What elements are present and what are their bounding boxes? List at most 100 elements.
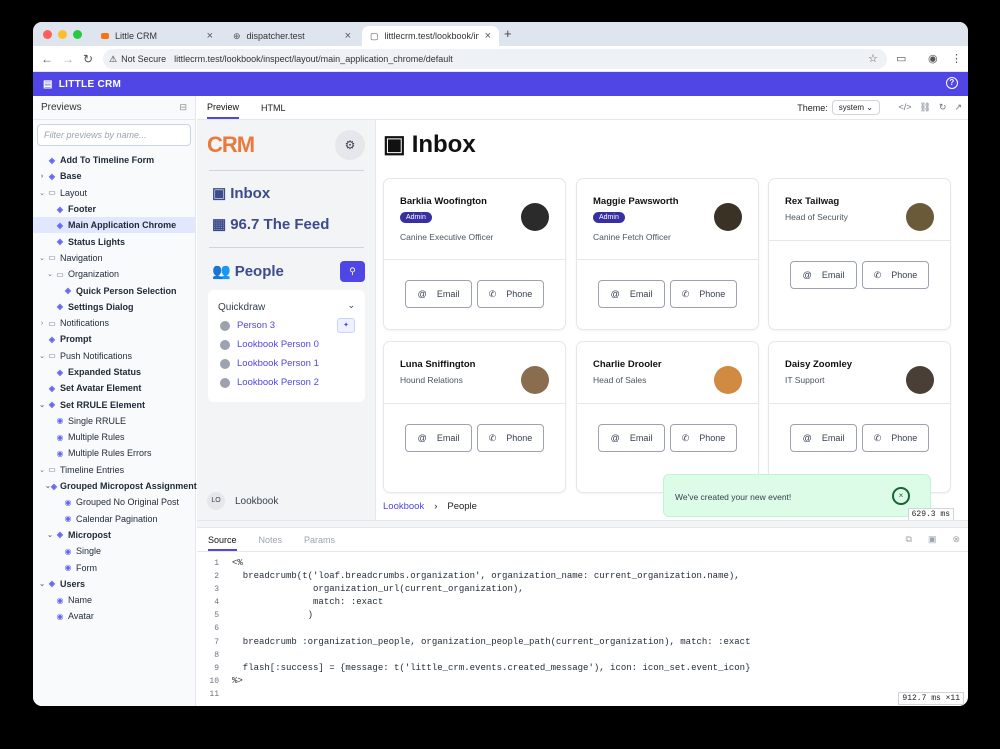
- copy-icon[interactable]: ⧉: [906, 534, 912, 545]
- sidebar-item[interactable]: ◉ Name: [33, 592, 195, 608]
- tab-preview[interactable]: Preview: [207, 96, 240, 119]
- sidebar-item[interactable]: ◈ Prompt: [33, 331, 195, 347]
- tab-notes[interactable]: Notes: [259, 535, 283, 545]
- phone-button[interactable]: ✆ Phone: [477, 424, 544, 452]
- help-icon[interactable]: ?: [946, 77, 958, 89]
- phone-button[interactable]: ✆ Phone: [670, 280, 737, 308]
- sidebar-item[interactable]: › ◈ Base: [33, 168, 195, 184]
- chevron-down-icon[interactable]: ⌄: [45, 270, 55, 278]
- browser-tab-littlecrm[interactable]: Little CRM ×: [93, 26, 221, 46]
- app-title[interactable]: LITTLE CRM: [59, 79, 121, 90]
- sidebar-item[interactable]: ◉ Multiple Rules: [33, 429, 195, 445]
- browser-tab-dispatcher[interactable]: ⊕ dispatcher.test ×: [225, 26, 359, 46]
- tab-source[interactable]: Source: [208, 529, 237, 551]
- tab-html[interactable]: HTML: [261, 103, 286, 113]
- email-button[interactable]: @ Email: [790, 424, 857, 452]
- sidebar-item[interactable]: ⌄ ▭ Navigation: [33, 250, 195, 266]
- sidebar-item[interactable]: ⌄ ▭ Push Notifications: [33, 348, 195, 364]
- sparkle-icon[interactable]: ✦: [337, 318, 355, 333]
- collapse-icon[interactable]: ⊟: [179, 102, 187, 113]
- code-icon[interactable]: </>: [898, 102, 911, 113]
- phone-button[interactable]: ✆ Phone: [862, 424, 929, 452]
- person-name[interactable]: Daisy Zoomley: [785, 359, 852, 370]
- sidebar-item[interactable]: ⌄ ▭ Organization: [33, 266, 195, 282]
- sidebar-item[interactable]: ⌄ ◈ Micropost: [33, 527, 195, 543]
- settings-gear-icon[interactable]: ⚙: [335, 130, 365, 160]
- sidebar-item[interactable]: ◈ Add To Timeline Form: [33, 152, 195, 168]
- sidebar-item[interactable]: ◉ Single: [33, 543, 195, 559]
- chevron-right-icon[interactable]: ›: [37, 173, 47, 180]
- zoom-window-button[interactable]: [73, 30, 82, 39]
- close-tab-icon[interactable]: ×: [485, 30, 491, 42]
- menu-kebab-icon[interactable]: ⋮: [951, 52, 962, 65]
- person-name[interactable]: Charlie Drooler: [593, 359, 662, 370]
- sidebar-item[interactable]: ◈ Expanded Status: [33, 364, 195, 380]
- sidebar-item[interactable]: ⌄ ▭ Layout: [33, 185, 195, 201]
- email-button[interactable]: @ Email: [598, 424, 665, 452]
- lookbook-user[interactable]: LO Lookbook: [207, 492, 278, 510]
- person-name[interactable]: Rex Tailwag: [785, 196, 839, 207]
- nav-inbox[interactable]: ▣ Inbox: [212, 184, 270, 203]
- chevron-right-icon[interactable]: ›: [37, 320, 47, 327]
- sidebar-item[interactable]: › ▭ Notifications: [33, 315, 195, 331]
- close-icon[interactable]: ×: [892, 487, 910, 505]
- sidebar-item[interactable]: ◉ Multiple Rules Errors: [33, 445, 195, 461]
- url-text[interactable]: littlecrm.test/lookbook/inspect/layout/m…: [174, 54, 453, 64]
- quickdraw-person[interactable]: Lookbook Person 2: [220, 377, 319, 388]
- sidebar-item[interactable]: ⌄ ◈ Grouped Micropost Assignment: [33, 478, 197, 494]
- person-name[interactable]: Luna Sniffington: [400, 359, 475, 370]
- quickdraw-person[interactable]: Lookbook Person 0: [220, 339, 319, 350]
- sidebar-item[interactable]: ◉ Single RRULE: [33, 413, 195, 429]
- sidebar-item[interactable]: ⌄ ▭ Timeline Entries: [33, 462, 195, 478]
- nav-people[interactable]: 👥 People: [212, 262, 284, 281]
- chevron-down-icon[interactable]: ⌄: [37, 401, 47, 409]
- sidebar-item[interactable]: ◈ Quick Person Selection: [33, 282, 195, 298]
- cast-icon[interactable]: ▭: [896, 52, 906, 65]
- sidebar-item[interactable]: ⌄ ◈ Set RRULE Element: [33, 396, 195, 412]
- phone-button[interactable]: ✆ Phone: [670, 424, 737, 452]
- sidebar-item[interactable]: ◈ Main Application Chrome: [33, 217, 195, 234]
- chevron-down-icon[interactable]: ⌄: [37, 580, 47, 588]
- preview-filter-input[interactable]: Filter previews by name...: [37, 124, 191, 146]
- minimize-window-button[interactable]: [58, 30, 67, 39]
- email-button[interactable]: @ Email: [598, 280, 665, 308]
- close-panel-icon[interactable]: ⊗: [952, 534, 960, 545]
- sidebar-item[interactable]: ◈ Status Lights: [33, 233, 195, 249]
- bookmark-star-icon[interactable]: ☆: [868, 52, 878, 65]
- layout-icon[interactable]: ▣: [928, 534, 937, 545]
- add-person-button[interactable]: ⚲: [340, 261, 365, 282]
- forward-icon[interactable]: →: [62, 52, 74, 66]
- sidebar-item[interactable]: ⌄ ◈ Users: [33, 576, 195, 592]
- profile-icon[interactable]: ◉: [928, 52, 938, 65]
- nav-feed[interactable]: ▦ 96.7 The Feed: [212, 215, 329, 234]
- not-secure-label[interactable]: Not Secure: [121, 54, 166, 64]
- panel-resize-handle[interactable]: [197, 520, 968, 528]
- breadcrumb-lookbook[interactable]: Lookbook: [383, 501, 424, 512]
- sidebar-item[interactable]: ◉ Grouped No Original Post: [33, 494, 195, 510]
- chevron-down-icon[interactable]: ⌄: [37, 254, 47, 262]
- tab-params[interactable]: Params: [304, 535, 335, 545]
- back-icon[interactable]: ←: [41, 52, 53, 66]
- quickdraw-person[interactable]: Person 3: [220, 320, 275, 331]
- crm-logo[interactable]: CRM: [207, 132, 255, 158]
- new-tab-icon[interactable]: +: [504, 26, 512, 41]
- sidebar-item[interactable]: ◈ Footer: [33, 201, 195, 217]
- person-name[interactable]: Barklia Woofington: [400, 196, 487, 207]
- person-name[interactable]: Maggie Pawsworth: [593, 196, 679, 207]
- chevron-down-icon[interactable]: ⌄: [45, 531, 55, 539]
- sidebar-item[interactable]: ◈ Set Avatar Element: [33, 380, 195, 396]
- url-field[interactable]: ⚠ Not Secure littlecrm.test/lookbook/ins…: [103, 49, 887, 69]
- chevron-down-icon[interactable]: ⌄: [37, 352, 47, 360]
- reload-icon[interactable]: ↻: [83, 52, 93, 66]
- phone-button[interactable]: ✆ Phone: [477, 280, 544, 308]
- external-link-icon[interactable]: ↗: [954, 102, 962, 113]
- refresh-icon[interactable]: ↻: [939, 102, 947, 113]
- browser-tab-lookbook[interactable]: ▢ littlecrm.test/lookbook/inspec ×: [362, 26, 499, 46]
- close-tab-icon[interactable]: ×: [345, 30, 351, 42]
- sidebar-item[interactable]: ◉ Form: [33, 559, 195, 575]
- close-window-button[interactable]: [43, 30, 52, 39]
- sidebar-item[interactable]: ◈ Settings Dialog: [33, 299, 195, 315]
- phone-button[interactable]: ✆ Phone: [862, 261, 929, 289]
- chevron-down-icon[interactable]: ⌄: [37, 466, 47, 474]
- sidebar-item[interactable]: ◉ Avatar: [33, 608, 195, 624]
